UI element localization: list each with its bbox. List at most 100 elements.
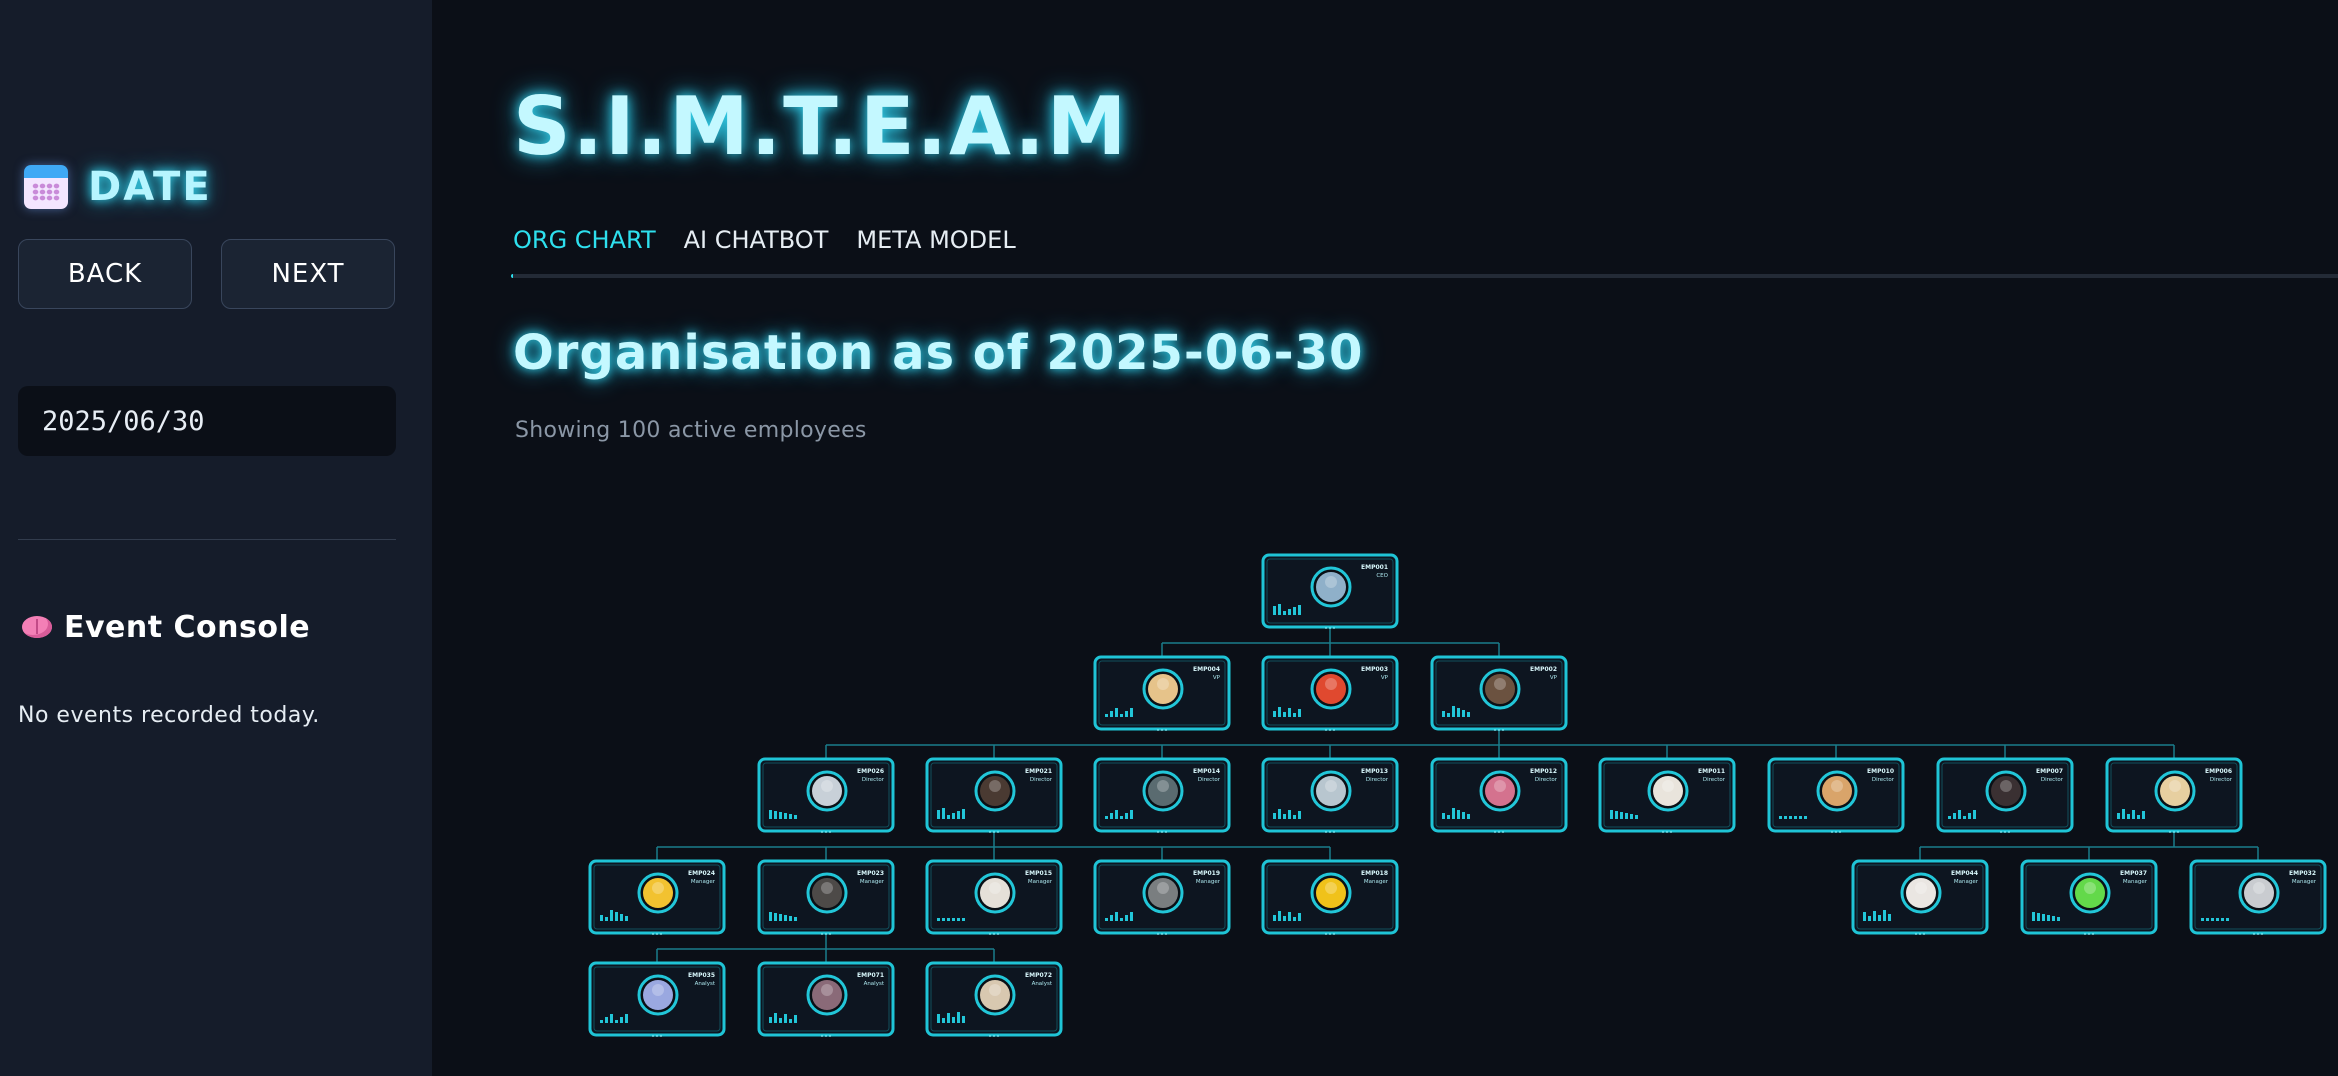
workload-bar — [1784, 816, 1787, 819]
org-node[interactable]: EMP021 Director — [925, 757, 1063, 833]
workload-bar — [962, 1016, 965, 1023]
org-node[interactable]: EMP003 VP — [1261, 655, 1399, 731]
employee-id: EMP004 — [1193, 666, 1220, 673]
employee-id: EMP035 — [688, 972, 715, 979]
workload-bar — [1452, 808, 1455, 819]
employee-id: EMP032 — [2289, 870, 2316, 877]
avatar-highlight — [2000, 780, 2012, 792]
employee-role: CEO — [1376, 573, 1388, 579]
workload-bar — [947, 918, 950, 921]
workload-bar — [1283, 712, 1286, 717]
workload-bar — [779, 914, 782, 921]
workload-bar — [957, 918, 960, 921]
org-node[interactable]: EMP007 Director — [1936, 757, 2074, 833]
tab-meta-model[interactable]: META MODEL — [856, 222, 1015, 278]
workload-bar — [2042, 914, 2045, 921]
workload-bar — [2201, 918, 2204, 921]
org-node[interactable]: EMP035 Analyst — [588, 961, 726, 1037]
workload-bar — [1447, 713, 1450, 717]
calendar-icon — [24, 165, 68, 209]
workload-bar — [1278, 604, 1281, 615]
tab-ai-chatbot[interactable]: AI CHATBOT — [684, 222, 829, 278]
workload-bar — [1130, 708, 1133, 717]
org-node[interactable]: EMP002 VP — [1430, 655, 1568, 731]
org-node[interactable]: EMP044 Manager — [1851, 859, 1989, 935]
employee-id: EMP019 — [1193, 870, 1220, 877]
next-button[interactable]: NEXT — [221, 239, 395, 309]
org-node[interactable]: EMP018 Manager — [1261, 859, 1399, 935]
workload-bar — [774, 1013, 777, 1023]
workload-bar — [605, 917, 608, 921]
workload-bar — [1868, 916, 1871, 921]
tab-underline-track — [513, 274, 2338, 278]
employee-id: EMP044 — [1951, 870, 1978, 877]
avatar-highlight — [1157, 780, 1169, 792]
org-node[interactable]: EMP011 Director — [1598, 757, 1736, 833]
workload-bar — [779, 812, 782, 819]
avatar-highlight — [1325, 882, 1337, 894]
workload-bar — [1467, 712, 1470, 717]
workload-bar — [1298, 811, 1301, 819]
workload-bar — [794, 1015, 797, 1023]
org-node[interactable]: EMP037 Manager — [2020, 859, 2158, 935]
workload-bar — [2122, 809, 2125, 819]
tab-org-chart[interactable]: ORG CHART — [511, 222, 658, 278]
employee-id: EMP026 — [857, 768, 884, 775]
workload-bar — [1963, 816, 1966, 819]
event-console-header: Event Console — [22, 604, 310, 650]
org-node[interactable]: EMP012 Director — [1430, 757, 1568, 833]
org-node[interactable]: EMP019 Manager — [1093, 859, 1231, 935]
workload-bar — [620, 914, 623, 921]
workload-bar — [1883, 910, 1886, 921]
employee-role: Director — [1366, 777, 1389, 783]
org-node[interactable]: EMP071 Analyst — [757, 961, 895, 1037]
workload-bar — [1283, 916, 1286, 921]
workload-bar — [942, 1018, 945, 1023]
org-node[interactable]: EMP024 Manager — [588, 859, 726, 935]
workload-bar — [1278, 911, 1281, 921]
workload-bar — [2206, 918, 2209, 921]
back-button[interactable]: BACK — [18, 239, 192, 309]
org-node[interactable]: EMP006 Director — [2105, 757, 2243, 833]
employee-id: EMP072 — [1025, 972, 1052, 979]
workload-bar — [1948, 816, 1951, 819]
employee-id: EMP010 — [1867, 768, 1894, 775]
org-node[interactable]: EMP026 Director — [757, 757, 895, 833]
org-node[interactable]: EMP001 CEO — [1261, 553, 1399, 629]
workload-bar — [1293, 917, 1296, 921]
employee-role: Manager — [2123, 879, 2148, 885]
workload-bar — [1105, 714, 1108, 717]
workload-bar — [625, 1014, 628, 1023]
avatar-highlight — [1157, 882, 1169, 894]
avatar-highlight — [2084, 882, 2096, 894]
avatar-highlight — [1325, 780, 1337, 792]
org-node[interactable]: EMP032 Manager — [2189, 859, 2327, 935]
org-node[interactable]: EMP013 Director — [1261, 757, 1399, 833]
workload-bar — [1953, 813, 1956, 819]
workload-bar — [1457, 810, 1460, 819]
avatar-highlight — [1325, 678, 1337, 690]
org-node[interactable]: EMP072 Analyst — [925, 961, 1063, 1037]
employee-id: EMP001 — [1361, 564, 1388, 571]
org-node[interactable]: EMP015 Manager — [925, 859, 1063, 935]
workload-bar — [1125, 711, 1128, 717]
workload-bar — [957, 1012, 960, 1023]
employee-id: EMP013 — [1361, 768, 1388, 775]
workload-bar — [1799, 816, 1802, 819]
workload-bar — [774, 913, 777, 921]
org-node[interactable]: EMP023 Manager — [757, 859, 895, 935]
workload-bar — [1442, 711, 1445, 717]
workload-bar — [2127, 814, 2130, 819]
org-node[interactable]: EMP014 Director — [1093, 757, 1231, 833]
employee-id: EMP037 — [2120, 870, 2147, 877]
workload-bar — [2057, 917, 2060, 921]
workload-bar — [937, 918, 940, 921]
date-input[interactable] — [18, 386, 396, 456]
workload-bar — [769, 912, 772, 921]
sidebar: DATE BACK NEXT Event Console No events r… — [0, 0, 432, 1076]
avatar-highlight — [821, 882, 833, 894]
workload-bar — [1293, 815, 1296, 819]
org-node[interactable]: EMP004 VP — [1093, 655, 1231, 731]
org-node[interactable]: EMP010 Director — [1767, 757, 1905, 833]
workload-bar — [1973, 810, 1976, 819]
